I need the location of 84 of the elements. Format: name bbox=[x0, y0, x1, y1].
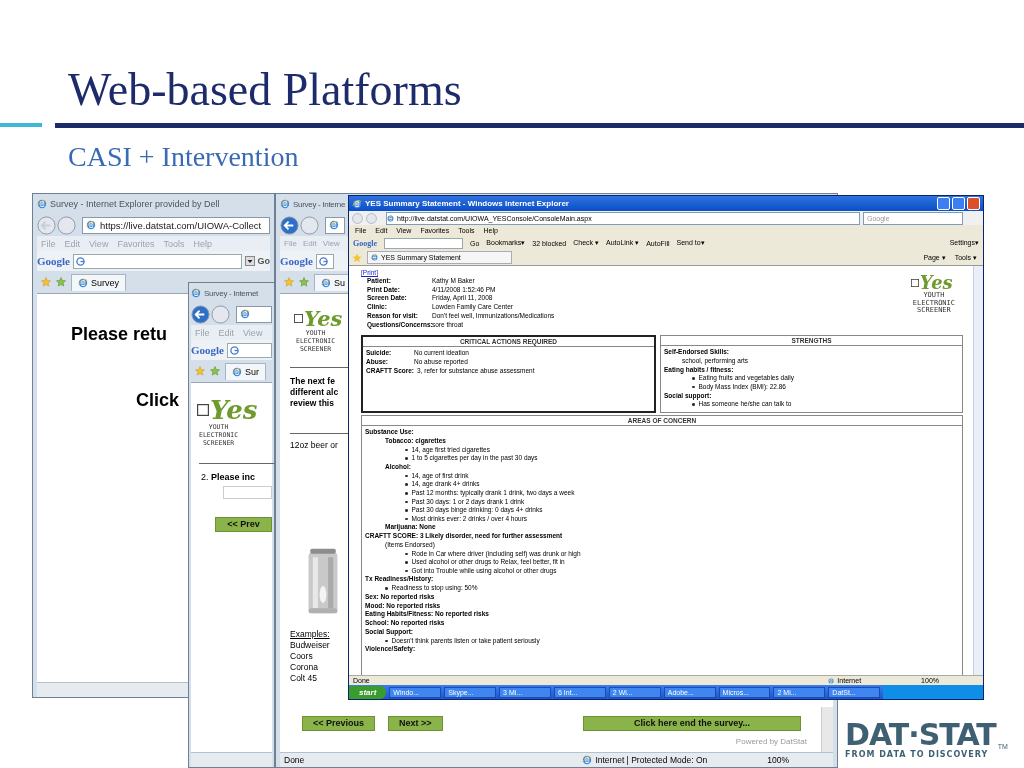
logo-wordmark: Yes bbox=[919, 274, 953, 292]
browser-icon bbox=[280, 199, 290, 209]
finish-button[interactable]: Click here end the survey... bbox=[583, 716, 801, 731]
previous-button[interactable]: << Prev bbox=[215, 517, 272, 532]
example-text: Budweiser bbox=[290, 640, 331, 651]
scrollbar[interactable] bbox=[973, 266, 983, 675]
browser-icon bbox=[387, 214, 394, 222]
logo-wordmark: DAT·STAT bbox=[845, 720, 996, 750]
forward-icon[interactable] bbox=[57, 215, 76, 235]
intro-text: different alc bbox=[290, 387, 340, 398]
address-field[interactable]: https://live.datstat.com/UIOWA-Collect bbox=[82, 216, 270, 234]
window-title: YES Summary Statement - Windows Internet Explorer bbox=[365, 199, 569, 208]
logo-tagline: FROM DATA TO DISCOVERY bbox=[845, 750, 990, 759]
checkbox-icon bbox=[197, 404, 209, 416]
maximize-icon[interactable] bbox=[952, 197, 965, 210]
address-field[interactable] bbox=[325, 216, 345, 234]
slide-subtitle: CASI + Intervention bbox=[68, 141, 300, 173]
add-favorite-icon[interactable] bbox=[299, 277, 309, 287]
dropdown-icon[interactable] bbox=[244, 256, 255, 266]
favorites-star-icon[interactable] bbox=[284, 277, 294, 287]
browser-tab[interactable]: Sur bbox=[225, 362, 266, 380]
browser-icon bbox=[37, 199, 47, 209]
intro-text: The next fe bbox=[290, 376, 336, 387]
add-favorite-icon[interactable] bbox=[56, 277, 66, 287]
example-text: Coors bbox=[290, 651, 314, 662]
powered-by-text: Powered by DatStat bbox=[735, 737, 807, 746]
search-brand: Google bbox=[37, 255, 70, 267]
browser-icon bbox=[352, 198, 362, 209]
scrollbar[interactable] bbox=[821, 707, 833, 752]
favorites-star-icon[interactable] bbox=[352, 252, 362, 263]
search-engine-icon[interactable] bbox=[230, 345, 239, 355]
example-text: Corona bbox=[290, 662, 319, 673]
favorites-star-icon[interactable] bbox=[41, 277, 51, 287]
checkbox-icon bbox=[910, 279, 919, 287]
zone-text: Internet | Protected Mode: On bbox=[595, 755, 708, 765]
browser-icon bbox=[582, 755, 593, 765]
search-field[interactable] bbox=[384, 237, 463, 249]
add-favorite-icon[interactable] bbox=[210, 366, 220, 376]
browser-icon bbox=[232, 366, 242, 377]
example-text: Colt 45 bbox=[290, 673, 318, 684]
checkbox-icon bbox=[294, 314, 303, 323]
browser-icon bbox=[321, 277, 331, 288]
go-button[interactable]: Go bbox=[257, 256, 270, 266]
browser-tab[interactable]: Survey bbox=[71, 273, 126, 291]
start-button[interactable]: start bbox=[349, 685, 387, 699]
window-title: Survey - Interne bbox=[293, 199, 346, 209]
page-heading: Please retu bbox=[71, 324, 168, 345]
browser-icon bbox=[86, 220, 96, 230]
favorites-star-icon[interactable] bbox=[195, 366, 205, 376]
drink-text: 12oz beer or bbox=[290, 440, 339, 450]
next-button[interactable]: Next >> bbox=[388, 716, 443, 731]
browser-icon bbox=[78, 277, 88, 288]
intro-text: review this bbox=[290, 398, 335, 409]
address-field[interactable] bbox=[236, 305, 272, 323]
logo-wordmark: Yes bbox=[210, 397, 258, 423]
minimize-icon[interactable] bbox=[937, 197, 950, 210]
examples-heading: Examples: bbox=[290, 629, 331, 640]
browser-icon bbox=[828, 677, 835, 684]
close-icon[interactable] bbox=[967, 197, 980, 210]
search-field[interactable] bbox=[73, 253, 242, 269]
browser-icon bbox=[329, 220, 339, 230]
question-text: 2. Please inc bbox=[201, 472, 257, 482]
search-brand: Google bbox=[280, 255, 313, 267]
slide-title: Web-based Platforms bbox=[67, 63, 463, 117]
logo-wordmark: Yes bbox=[304, 308, 343, 329]
status-text: Done bbox=[284, 755, 305, 765]
forward-icon[interactable] bbox=[366, 212, 377, 224]
answer-field[interactable] bbox=[223, 486, 272, 499]
search-brand: Google bbox=[353, 238, 377, 248]
search-brand: Google bbox=[191, 344, 224, 356]
page-heading: Click bbox=[136, 390, 180, 411]
back-icon[interactable] bbox=[280, 215, 299, 235]
browser-icon bbox=[191, 288, 201, 298]
zoom-level[interactable]: 100% bbox=[767, 755, 789, 765]
browser-icon bbox=[240, 309, 250, 319]
search-field[interactable] bbox=[316, 253, 334, 269]
search-engine-icon[interactable] bbox=[76, 256, 85, 266]
search-engine-icon[interactable] bbox=[319, 256, 328, 266]
search-field[interactable] bbox=[227, 342, 272, 358]
window-title: Survey - Internet Explorer provided by Dell bbox=[50, 199, 220, 209]
previous-button[interactable]: << Previous bbox=[302, 716, 376, 731]
browser-icon bbox=[371, 254, 378, 261]
window-title: Survey - Internet bbox=[204, 288, 259, 298]
back-icon[interactable] bbox=[191, 304, 210, 324]
